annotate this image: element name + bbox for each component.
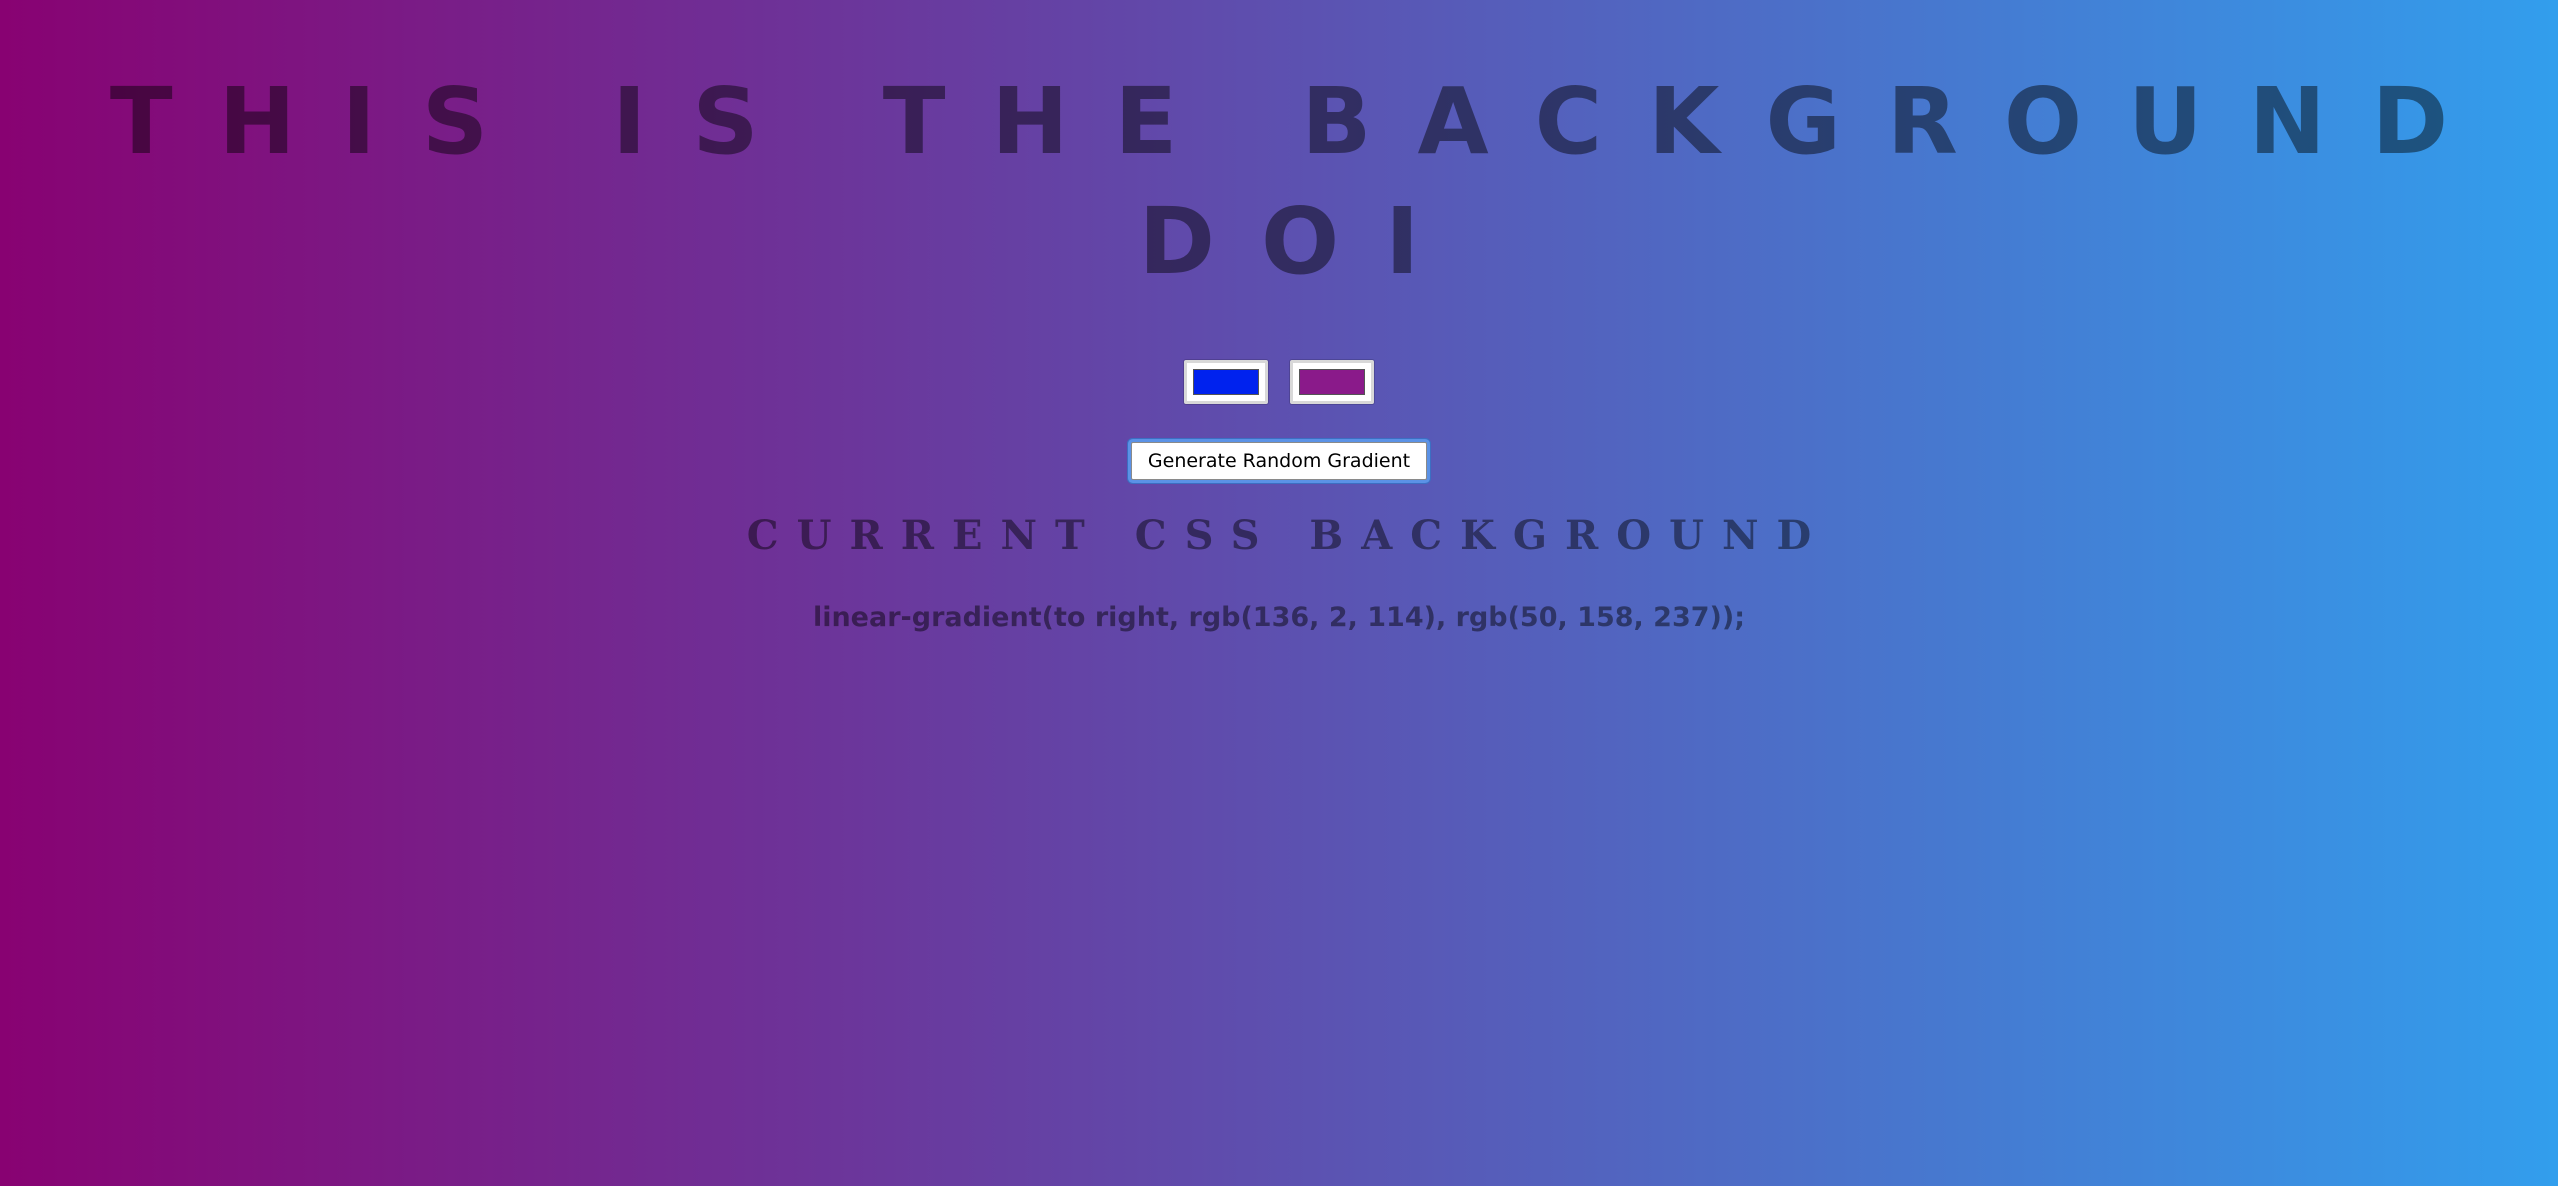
css-section-heading: CURRENT CSS BACKGROUND bbox=[746, 512, 1830, 559]
page-title: THIS IS THE BACKGROUND DOI bbox=[109, 68, 2495, 295]
color-pickers bbox=[0, 360, 2558, 410]
css-background-value: linear-gradient(to right, rgb(136, 2, 11… bbox=[812, 602, 1746, 633]
generate-container: Generate Random Gradient bbox=[0, 442, 2558, 480]
color-swatch-two bbox=[1299, 369, 1365, 395]
generate-random-gradient-button[interactable]: Generate Random Gradient bbox=[1130, 442, 1428, 480]
color-picker-two[interactable] bbox=[1290, 360, 1374, 404]
color-swatch-one bbox=[1193, 369, 1259, 395]
color-picker-one[interactable] bbox=[1184, 360, 1268, 404]
gradient-background: THIS IS THE BACKGROUND DOI Generate Rand… bbox=[0, 0, 2558, 1186]
